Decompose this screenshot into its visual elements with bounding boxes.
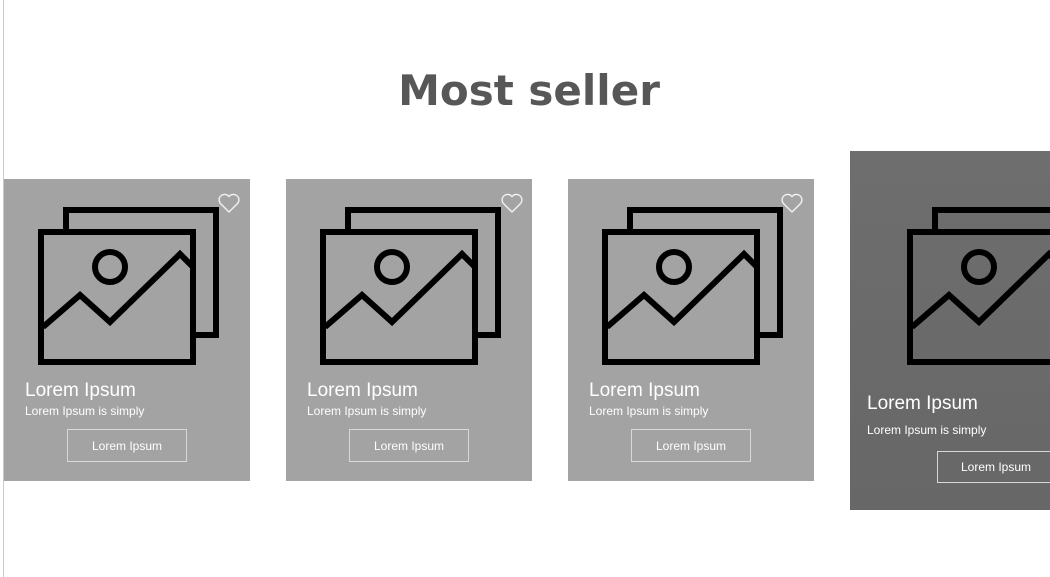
heart-icon[interactable] xyxy=(217,192,241,214)
product-card[interactable]: Lorem Ipsum Lorem Ipsum is simply Lorem … xyxy=(286,179,532,481)
product-card[interactable]: Lorem Ipsum Lorem Ipsum is simply Lorem … xyxy=(4,179,250,481)
product-name: Lorem Ipsum xyxy=(867,393,978,414)
heart-icon[interactable] xyxy=(500,192,524,214)
product-description: Lorem Ipsum is simply xyxy=(307,404,427,418)
product-name: Lorem Ipsum xyxy=(589,380,700,401)
product-action-button[interactable]: Lorem Ipsum xyxy=(349,429,469,462)
image-gallery-icon xyxy=(602,207,783,365)
product-description: Lorem Ipsum is simply xyxy=(867,423,987,437)
product-name: Lorem Ipsum xyxy=(25,380,136,401)
product-name: Lorem Ipsum xyxy=(307,380,418,401)
product-action-button[interactable]: Lorem Ipsum xyxy=(67,429,187,462)
product-description: Lorem Ipsum is simply xyxy=(25,404,145,418)
image-gallery-icon xyxy=(320,207,501,365)
product-action-button[interactable]: Lorem Ipsum xyxy=(631,429,751,462)
image-gallery-icon xyxy=(907,207,1050,365)
product-card[interactable]: Lorem Ipsum Lorem Ipsum is simply Lorem … xyxy=(568,179,814,481)
product-action-button[interactable]: Lorem Ipsum xyxy=(937,451,1050,483)
image-gallery-icon xyxy=(38,207,219,365)
product-description: Lorem Ipsum is simply xyxy=(589,404,709,418)
section-title: Most seller xyxy=(398,66,660,115)
product-card-highlighted[interactable]: Lorem Ipsum Lorem Ipsum is simply Lorem … xyxy=(850,151,1050,510)
